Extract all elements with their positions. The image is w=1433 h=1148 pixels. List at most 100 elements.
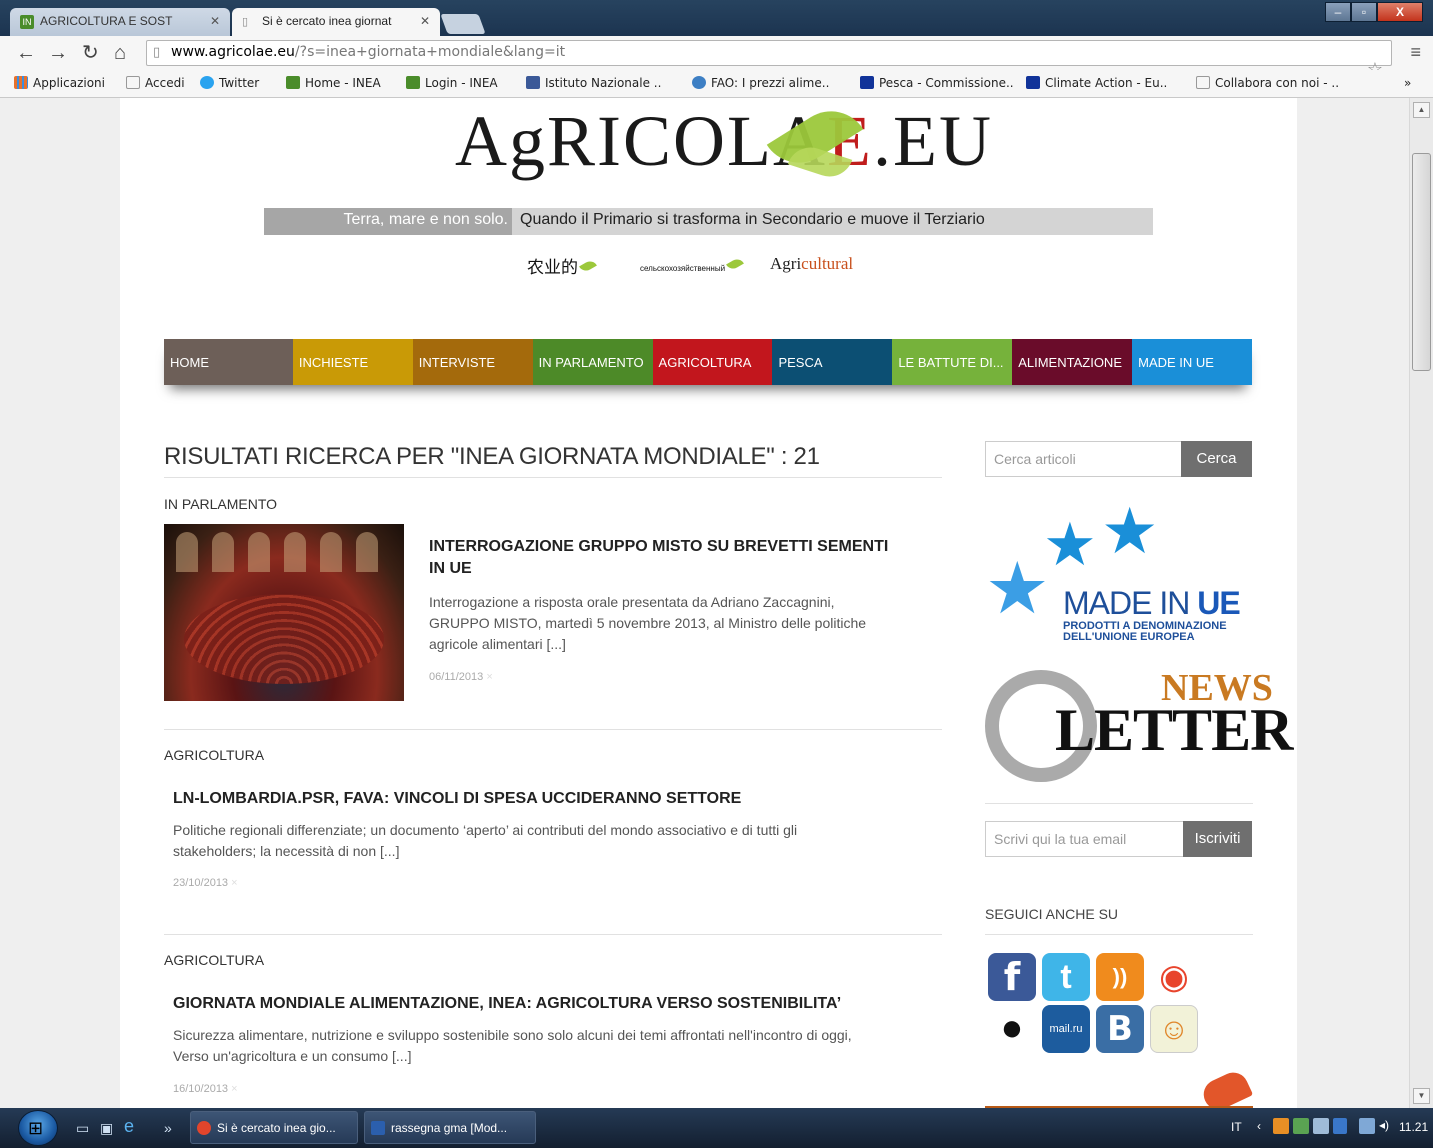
- close-window-button[interactable]: X: [1377, 2, 1423, 22]
- url-host: www.agricolae.eu: [171, 44, 295, 60]
- divider: [164, 934, 942, 935]
- start-button[interactable]: ⊞: [18, 1110, 58, 1146]
- taskbar-item-chrome[interactable]: Si è cercato inea gio...: [190, 1111, 358, 1144]
- bookmark-pesca-commissione[interactable]: Pesca - Commissione..: [860, 76, 1014, 90]
- follow-title: SEGUICI ANCHE SU: [985, 906, 1119, 922]
- tab-close-icon[interactable]: ✕: [210, 14, 220, 28]
- nav-agricoltura[interactable]: AGRICOLTURA: [652, 339, 773, 385]
- nav-alimentazione[interactable]: ALIMENTAZIONE: [1012, 339, 1133, 385]
- post-category[interactable]: IN PARLAMENTO: [164, 496, 277, 512]
- home-icon[interactable]: ⌂: [114, 42, 126, 64]
- tab-agricoltura[interactable]: IN AGRICOLTURA E SOST ✕: [10, 8, 230, 36]
- newsletter-banner[interactable]: NEWS LETTER: [985, 668, 1293, 788]
- maximize-button[interactable]: ▫: [1351, 2, 1377, 22]
- nav-interviste[interactable]: INTERVISTE: [412, 339, 533, 385]
- new-tab-button[interactable]: [440, 14, 486, 34]
- tab-title: Si è cercato inea giornat: [262, 14, 392, 28]
- made-in-ue-subtitle: PRODOTTI A DENOMINAZIONE DELL'UNIONE EURO…: [1063, 620, 1227, 643]
- post-title[interactable]: GIORNATA MONDIALE ALIMENTAZIONE, INEA: A…: [173, 995, 841, 1013]
- eu-flag-icon: [860, 76, 874, 89]
- address-bar[interactable]: ▯ www.agricolae.eu/?s=inea+giornata+mond…: [146, 40, 1392, 80]
- tab-close-icon[interactable]: ✕: [420, 14, 430, 28]
- post-excerpt: Interrogazione a risposta orale presenta…: [429, 594, 867, 652]
- rss-icon[interactable]: )): [1096, 953, 1144, 1001]
- bookmark-accedi[interactable]: Accedi: [126, 76, 185, 90]
- nav-inchieste[interactable]: INCHIESTE: [292, 339, 413, 385]
- network-icon[interactable]: [1359, 1118, 1375, 1134]
- page-icon: ▯: [153, 45, 161, 60]
- bookmark-applicazioni[interactable]: Applicazioni: [14, 76, 105, 90]
- post-excerpt: Sicurezza alimentare, nutrizione e svilu…: [173, 1027, 852, 1064]
- taskbar-item-document[interactable]: rassegna gma [Mod...: [364, 1111, 536, 1144]
- twitter-icon[interactable]: t: [1042, 953, 1090, 1001]
- email-field[interactable]: Scrivi qui la tua email: [985, 821, 1184, 857]
- post-title[interactable]: LN-LOMBARDIA.PSR, FAVA: VINCOLI DI SPESA…: [173, 790, 741, 808]
- scroll-down-icon[interactable]: ▼: [1413, 1088, 1430, 1104]
- facebook-icon[interactable]: f: [988, 953, 1036, 1001]
- nav-home[interactable]: HOME: [164, 339, 293, 385]
- show-desktop-icon[interactable]: ▭: [76, 1120, 92, 1136]
- bookmarks-bar: Applicazioni Accedi Twitter Home - INEA …: [0, 70, 1433, 98]
- tab-search-results[interactable]: ▯ Si è cercato inea giornat ✕: [232, 8, 440, 36]
- clock[interactable]: 11.21: [1399, 1120, 1428, 1134]
- search-button[interactable]: Cerca: [1181, 441, 1252, 477]
- tray-expand-icon[interactable]: ‹: [1257, 1119, 1261, 1133]
- shield-icon[interactable]: [1333, 1118, 1347, 1134]
- bookmark-collabora[interactable]: Collabora con noi - ..: [1196, 76, 1339, 90]
- star-icon: ★: [1101, 495, 1159, 567]
- tray-app-icon[interactable]: [1293, 1118, 1309, 1134]
- url-path: /?s=inea+giornata+mondiale&lang=it: [294, 44, 566, 60]
- post-title[interactable]: INTERROGAZIONE GRUPPO MISTO SU BREVETTI …: [429, 538, 888, 578]
- odnoklassniki-icon[interactable]: ☺: [1150, 1005, 1198, 1053]
- back-arrow-icon[interactable]: ←: [16, 42, 36, 64]
- internet-explorer-icon[interactable]: e: [124, 1116, 140, 1136]
- comment-marker-icon: ×: [231, 877, 238, 889]
- windows-taskbar: ⊞ ▭ ▣ e » Si è cercato inea gio... rasse…: [0, 1108, 1433, 1148]
- volume-icon[interactable]: ◂): [1379, 1118, 1389, 1132]
- minimize-button[interactable]: –: [1325, 2, 1351, 22]
- bookmark-home-inea[interactable]: Home - INEA: [286, 76, 381, 90]
- browser-toolbar: ← → ↻ ⌂ ▯ www.agricolae.eu/?s=inea+giorn…: [0, 36, 1433, 80]
- language-english-link[interactable]: Agricultural: [770, 254, 853, 274]
- tray-app-icon[interactable]: [1313, 1118, 1329, 1134]
- page-icon: [126, 76, 140, 89]
- menu-icon[interactable]: ≡: [1410, 42, 1421, 63]
- bookmark-climate-action[interactable]: Climate Action - Eu..: [1026, 76, 1167, 90]
- divider: [985, 803, 1253, 804]
- weibo-icon[interactable]: ◉: [1150, 953, 1198, 1001]
- nav-le-battute[interactable]: LE BATTUTE DI...: [892, 339, 1013, 385]
- nav-pesca[interactable]: PESCA: [772, 339, 893, 385]
- bookmarks-overflow-icon[interactable]: »: [1404, 76, 1411, 90]
- quicklaunch-overflow-icon[interactable]: »: [164, 1120, 180, 1136]
- windows-logo-icon: ⊞: [28, 1118, 44, 1138]
- bookmark-twitter[interactable]: Twitter: [200, 76, 259, 90]
- post-category[interactable]: AGRICOLTURA: [164, 952, 264, 968]
- twitter-bird-icon: [200, 76, 214, 89]
- scrollbar-thumb[interactable]: [1412, 153, 1431, 371]
- post-thumbnail[interactable]: [164, 524, 404, 701]
- subscribe-button[interactable]: Iscriviti: [1183, 821, 1252, 857]
- made-in-ue-banner[interactable]: ★ ★ ★ MADE IN UE PRODOTTI A DENOMINAZION…: [985, 495, 1253, 648]
- language-indicator[interactable]: IT: [1231, 1120, 1242, 1134]
- inea-icon: [286, 76, 300, 89]
- bookmark-fao[interactable]: FAO: I prezzi alime..: [692, 76, 829, 90]
- nav-in-parlamento[interactable]: IN PARLAMENTO: [532, 339, 653, 385]
- bookmark-login-inea[interactable]: Login - INEA: [406, 76, 498, 90]
- switch-windows-icon[interactable]: ▣: [100, 1120, 116, 1136]
- vkontakte-icon[interactable]: B: [1096, 1005, 1144, 1053]
- qq-penguin-icon[interactable]: ●: [988, 1005, 1036, 1053]
- reload-icon[interactable]: ↻: [82, 42, 99, 64]
- post-category[interactable]: AGRICOLTURA: [164, 747, 264, 763]
- tray-app-icon[interactable]: [1273, 1118, 1289, 1134]
- search-input[interactable]: Cerca articoli: [985, 441, 1182, 477]
- main-navigation: HOME INCHIESTE INTERVISTE IN PARLAMENTO …: [164, 339, 1252, 385]
- scroll-up-icon[interactable]: ▲: [1413, 102, 1430, 118]
- vertical-scrollbar[interactable]: ▲ ▼: [1409, 98, 1433, 1108]
- language-chinese-link[interactable]: 农业的: [527, 253, 597, 278]
- forward-arrow-icon[interactable]: →: [48, 42, 68, 64]
- site-logo[interactable]: AgRICOLAE.EU: [455, 98, 991, 196]
- language-russian-link[interactable]: сельскохозяйственный: [640, 256, 744, 273]
- bookmark-istituto-nazionale[interactable]: Istituto Nazionale ..: [526, 76, 661, 90]
- nav-made-in-ue[interactable]: MADE IN UE: [1132, 339, 1252, 385]
- mailru-icon[interactable]: mail.ru: [1042, 1005, 1090, 1053]
